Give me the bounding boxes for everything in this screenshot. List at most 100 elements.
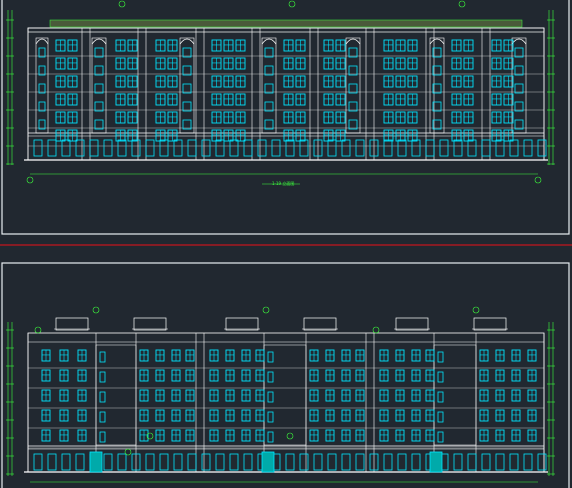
ground-opening [299, 453, 309, 471]
ground-opening [397, 139, 407, 157]
window [185, 409, 195, 422]
window [395, 39, 406, 52]
window [139, 349, 149, 362]
stair-window [38, 101, 46, 112]
entrance-door [429, 451, 443, 473]
core-window [99, 371, 106, 383]
window [283, 111, 294, 124]
window [235, 93, 246, 106]
window [323, 39, 334, 52]
core-window [99, 351, 106, 363]
window [451, 93, 462, 106]
window [479, 369, 489, 382]
window [209, 389, 219, 402]
core-window [99, 391, 106, 403]
window [77, 429, 87, 442]
window [225, 369, 235, 382]
window [511, 349, 521, 362]
window [411, 429, 421, 442]
window [495, 409, 505, 422]
window [379, 369, 389, 382]
ground-opening [397, 453, 407, 471]
core-window [437, 431, 444, 443]
window [167, 129, 178, 142]
stair-window [348, 83, 358, 94]
window [67, 129, 78, 142]
window [335, 111, 346, 124]
window [335, 93, 346, 106]
window [407, 57, 418, 70]
window [283, 93, 294, 106]
ground-opening [383, 139, 393, 157]
window [355, 409, 365, 422]
window [395, 429, 405, 442]
stair-bay [511, 37, 527, 134]
window [155, 93, 166, 106]
window [185, 349, 195, 362]
window [127, 57, 138, 70]
window [67, 57, 78, 70]
window [383, 129, 394, 142]
stair-window [94, 47, 104, 58]
window [55, 39, 66, 52]
ground-opening [131, 139, 141, 157]
window [115, 111, 126, 124]
window [425, 429, 435, 442]
window [323, 93, 334, 106]
window [407, 129, 418, 142]
window [503, 57, 514, 70]
window [127, 75, 138, 88]
ground-opening [523, 139, 533, 157]
window [77, 349, 87, 362]
stair-window [94, 101, 104, 112]
window [463, 129, 474, 142]
stair-window [514, 101, 524, 112]
window [115, 75, 126, 88]
window [511, 409, 521, 422]
window [425, 389, 435, 402]
facade-outline [27, 332, 545, 473]
window [255, 389, 265, 402]
stair-window [182, 83, 192, 94]
window [115, 129, 126, 142]
core-window [267, 391, 274, 403]
window [323, 75, 334, 88]
ground-opening [495, 139, 505, 157]
window [451, 39, 462, 52]
stair-core [95, 344, 137, 446]
axis-bubble [34, 326, 42, 334]
window [341, 389, 351, 402]
axis-bubble [262, 306, 270, 314]
roof-structure [473, 317, 507, 331]
window [309, 369, 319, 382]
ground-opening [453, 453, 463, 471]
arch [511, 38, 527, 45]
ground-opening [313, 453, 323, 471]
ground-opening [47, 139, 57, 157]
ground-opening [481, 453, 491, 471]
cad-drawing-viewport[interactable]: 1-19 立面图 [0, 0, 572, 488]
ground-opening [159, 139, 169, 157]
window [41, 369, 51, 382]
window [325, 409, 335, 422]
window [59, 389, 69, 402]
window [511, 369, 521, 382]
window [59, 429, 69, 442]
window [67, 93, 78, 106]
window [41, 429, 51, 442]
window [395, 75, 406, 88]
window [41, 349, 51, 362]
window [395, 389, 405, 402]
window [235, 111, 246, 124]
window [211, 129, 222, 142]
window [395, 111, 406, 124]
stair-core [263, 344, 307, 446]
ground-opening [159, 453, 169, 471]
window [325, 369, 335, 382]
window [463, 93, 474, 106]
window [503, 39, 514, 52]
window [235, 75, 246, 88]
window [295, 39, 306, 52]
window [171, 369, 181, 382]
window [223, 111, 234, 124]
